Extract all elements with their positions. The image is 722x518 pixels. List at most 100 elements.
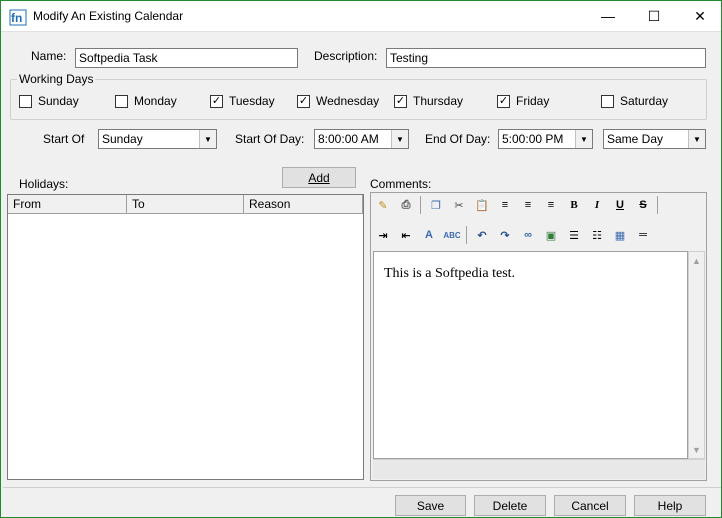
- comments-label: Comments:: [370, 177, 432, 191]
- redo-icon[interactable]: ↷: [496, 226, 514, 244]
- dialog-window: fn Modify An Existing Calendar — ☐ ✕ Nam…: [0, 0, 722, 518]
- chevron-down-icon[interactable]: ▼: [575, 130, 592, 148]
- checkbox-label: Monday: [134, 94, 177, 108]
- undo-icon[interactable]: ↶: [473, 226, 491, 244]
- description-label: Description:: [314, 49, 378, 63]
- save-button[interactable]: Save: [395, 495, 466, 516]
- outdent-icon[interactable]: ⇤: [397, 226, 415, 244]
- align-left-icon[interactable]: ≡: [496, 196, 514, 214]
- minimize-button[interactable]: —: [585, 1, 631, 31]
- checkbox-box[interactable]: [19, 94, 32, 108]
- checkbox-tuesday[interactable]: ✓ Tuesday: [210, 94, 275, 108]
- cancel-button[interactable]: Cancel: [554, 495, 626, 516]
- divider: [3, 487, 721, 488]
- holidays-table[interactable]: From To Reason: [7, 194, 364, 480]
- comments-text-area[interactable]: This is a Softpedia test.: [373, 251, 688, 459]
- checkbox-box[interactable]: [115, 94, 128, 108]
- checkbox-label: Thursday: [413, 94, 464, 108]
- table-icon[interactable]: ▦: [611, 226, 629, 244]
- comments-editor: ✎ ⎙ ❐ ✂ 📋 ≡ ≡ ≡ B I U S ⇥ ⇤ A ABC ↶ ↷ ∞ …: [370, 192, 707, 481]
- horizontal-rule-icon[interactable]: ═: [634, 226, 652, 244]
- window-title: Modify An Existing Calendar: [33, 9, 184, 23]
- maximize-button[interactable]: ☐: [631, 1, 677, 31]
- checkmark-icon[interactable]: ✓: [497, 94, 510, 108]
- start-of-select[interactable]: Sunday ▼: [98, 129, 217, 149]
- toolbar-separator: [420, 196, 421, 214]
- checkmark-icon[interactable]: ✓: [210, 94, 223, 108]
- checkmark-icon[interactable]: ✓: [297, 94, 310, 108]
- delete-button-label: Delete: [492, 498, 528, 513]
- align-center-icon[interactable]: ≡: [519, 196, 537, 214]
- comments-scrollbar[interactable]: ▲ ▼: [688, 251, 705, 459]
- checkbox-label: Saturday: [620, 94, 669, 108]
- column-header-from[interactable]: From: [8, 195, 127, 214]
- spellcheck-icon[interactable]: ABC: [443, 226, 461, 244]
- name-field[interactable]: Softpedia Task: [75, 48, 298, 68]
- help-button-label: Help: [657, 498, 683, 513]
- end-of-day-label: End Of Day:: [425, 132, 491, 146]
- description-field[interactable]: Testing: [386, 48, 706, 68]
- scroll-down-icon[interactable]: ▼: [689, 441, 704, 458]
- underline-icon[interactable]: U: [611, 196, 629, 214]
- close-button[interactable]: ✕: [677, 1, 722, 31]
- end-day-value: Same Day: [607, 132, 664, 146]
- print-icon[interactable]: ⎙: [397, 196, 415, 214]
- copy-icon[interactable]: ❐: [427, 196, 445, 214]
- bulleted-list-icon[interactable]: ☷: [588, 226, 606, 244]
- checkbox-box[interactable]: [601, 94, 614, 108]
- strikethrough-icon[interactable]: S: [634, 196, 652, 214]
- start-of-day-value: 8:00:00 AM: [318, 132, 379, 146]
- checkbox-label: Sunday: [38, 94, 79, 108]
- checkbox-label: Tuesday: [229, 94, 275, 108]
- cancel-button-label: Cancel: [571, 498, 609, 513]
- title-bar: fn Modify An Existing Calendar — ☐ ✕: [1, 1, 721, 32]
- checkmark-icon[interactable]: ✓: [394, 94, 407, 108]
- working-days-label: Working Days: [17, 72, 96, 86]
- start-of-label: Start Of: [43, 132, 85, 146]
- align-right-icon[interactable]: ≡: [542, 196, 560, 214]
- toolbar-separator: [657, 196, 658, 214]
- checkbox-monday[interactable]: Monday: [115, 94, 177, 108]
- paste-icon[interactable]: 📋: [473, 196, 491, 214]
- save-button-label: Save: [416, 498, 445, 513]
- font-color-icon[interactable]: A: [420, 226, 438, 244]
- checkbox-friday[interactable]: ✓ Friday: [497, 94, 549, 108]
- end-day-select[interactable]: Same Day ▼: [603, 129, 706, 149]
- chevron-down-icon[interactable]: ▼: [199, 130, 216, 148]
- end-of-day-select[interactable]: 5:00:00 PM ▼: [498, 129, 593, 149]
- start-of-value: Sunday: [102, 132, 143, 146]
- editor-status-strip: [373, 459, 705, 479]
- bold-icon[interactable]: B: [565, 196, 583, 214]
- checkbox-label: Wednesday: [316, 94, 380, 108]
- toolbar-separator: [466, 226, 467, 244]
- add-holiday-button[interactable]: Add: [282, 167, 356, 188]
- holidays-label: Holidays:: [19, 177, 69, 191]
- editor-toolbar-bottom: ⇥ ⇤ A ABC ↶ ↷ ∞ ▣ ☰ ☷ ▦ ═: [371, 223, 706, 247]
- checkbox-thursday[interactable]: ✓ Thursday: [394, 94, 463, 108]
- image-icon[interactable]: ▣: [542, 226, 560, 244]
- new-icon[interactable]: ✎: [374, 196, 392, 214]
- editor-toolbar-top: ✎ ⎙ ❐ ✂ 📋 ≡ ≡ ≡ B I U S: [371, 193, 706, 217]
- checkbox-sunday[interactable]: Sunday: [19, 94, 79, 108]
- add-button-label: Add: [308, 170, 330, 185]
- indent-icon[interactable]: ⇥: [374, 226, 392, 244]
- help-button[interactable]: Help: [634, 495, 706, 516]
- checkbox-saturday[interactable]: Saturday: [601, 94, 668, 108]
- checkbox-wednesday[interactable]: ✓ Wednesday: [297, 94, 379, 108]
- numbered-list-icon[interactable]: ☰: [565, 226, 583, 244]
- start-of-day-select[interactable]: 8:00:00 AM ▼: [314, 129, 409, 149]
- column-header-reason[interactable]: Reason: [244, 195, 363, 214]
- svg-text:fn: fn: [11, 11, 22, 25]
- app-icon: fn: [9, 9, 27, 26]
- column-header-to[interactable]: To: [127, 195, 244, 214]
- link-icon[interactable]: ∞: [519, 226, 537, 244]
- italic-icon[interactable]: I: [588, 196, 606, 214]
- name-label: Name:: [31, 49, 67, 63]
- end-of-day-value: 5:00:00 PM: [502, 132, 564, 146]
- cut-icon[interactable]: ✂: [450, 196, 468, 214]
- scroll-up-icon[interactable]: ▲: [689, 252, 704, 269]
- chevron-down-icon[interactable]: ▼: [688, 130, 705, 148]
- chevron-down-icon[interactable]: ▼: [391, 130, 408, 148]
- checkbox-label: Friday: [516, 94, 550, 108]
- delete-button[interactable]: Delete: [474, 495, 546, 516]
